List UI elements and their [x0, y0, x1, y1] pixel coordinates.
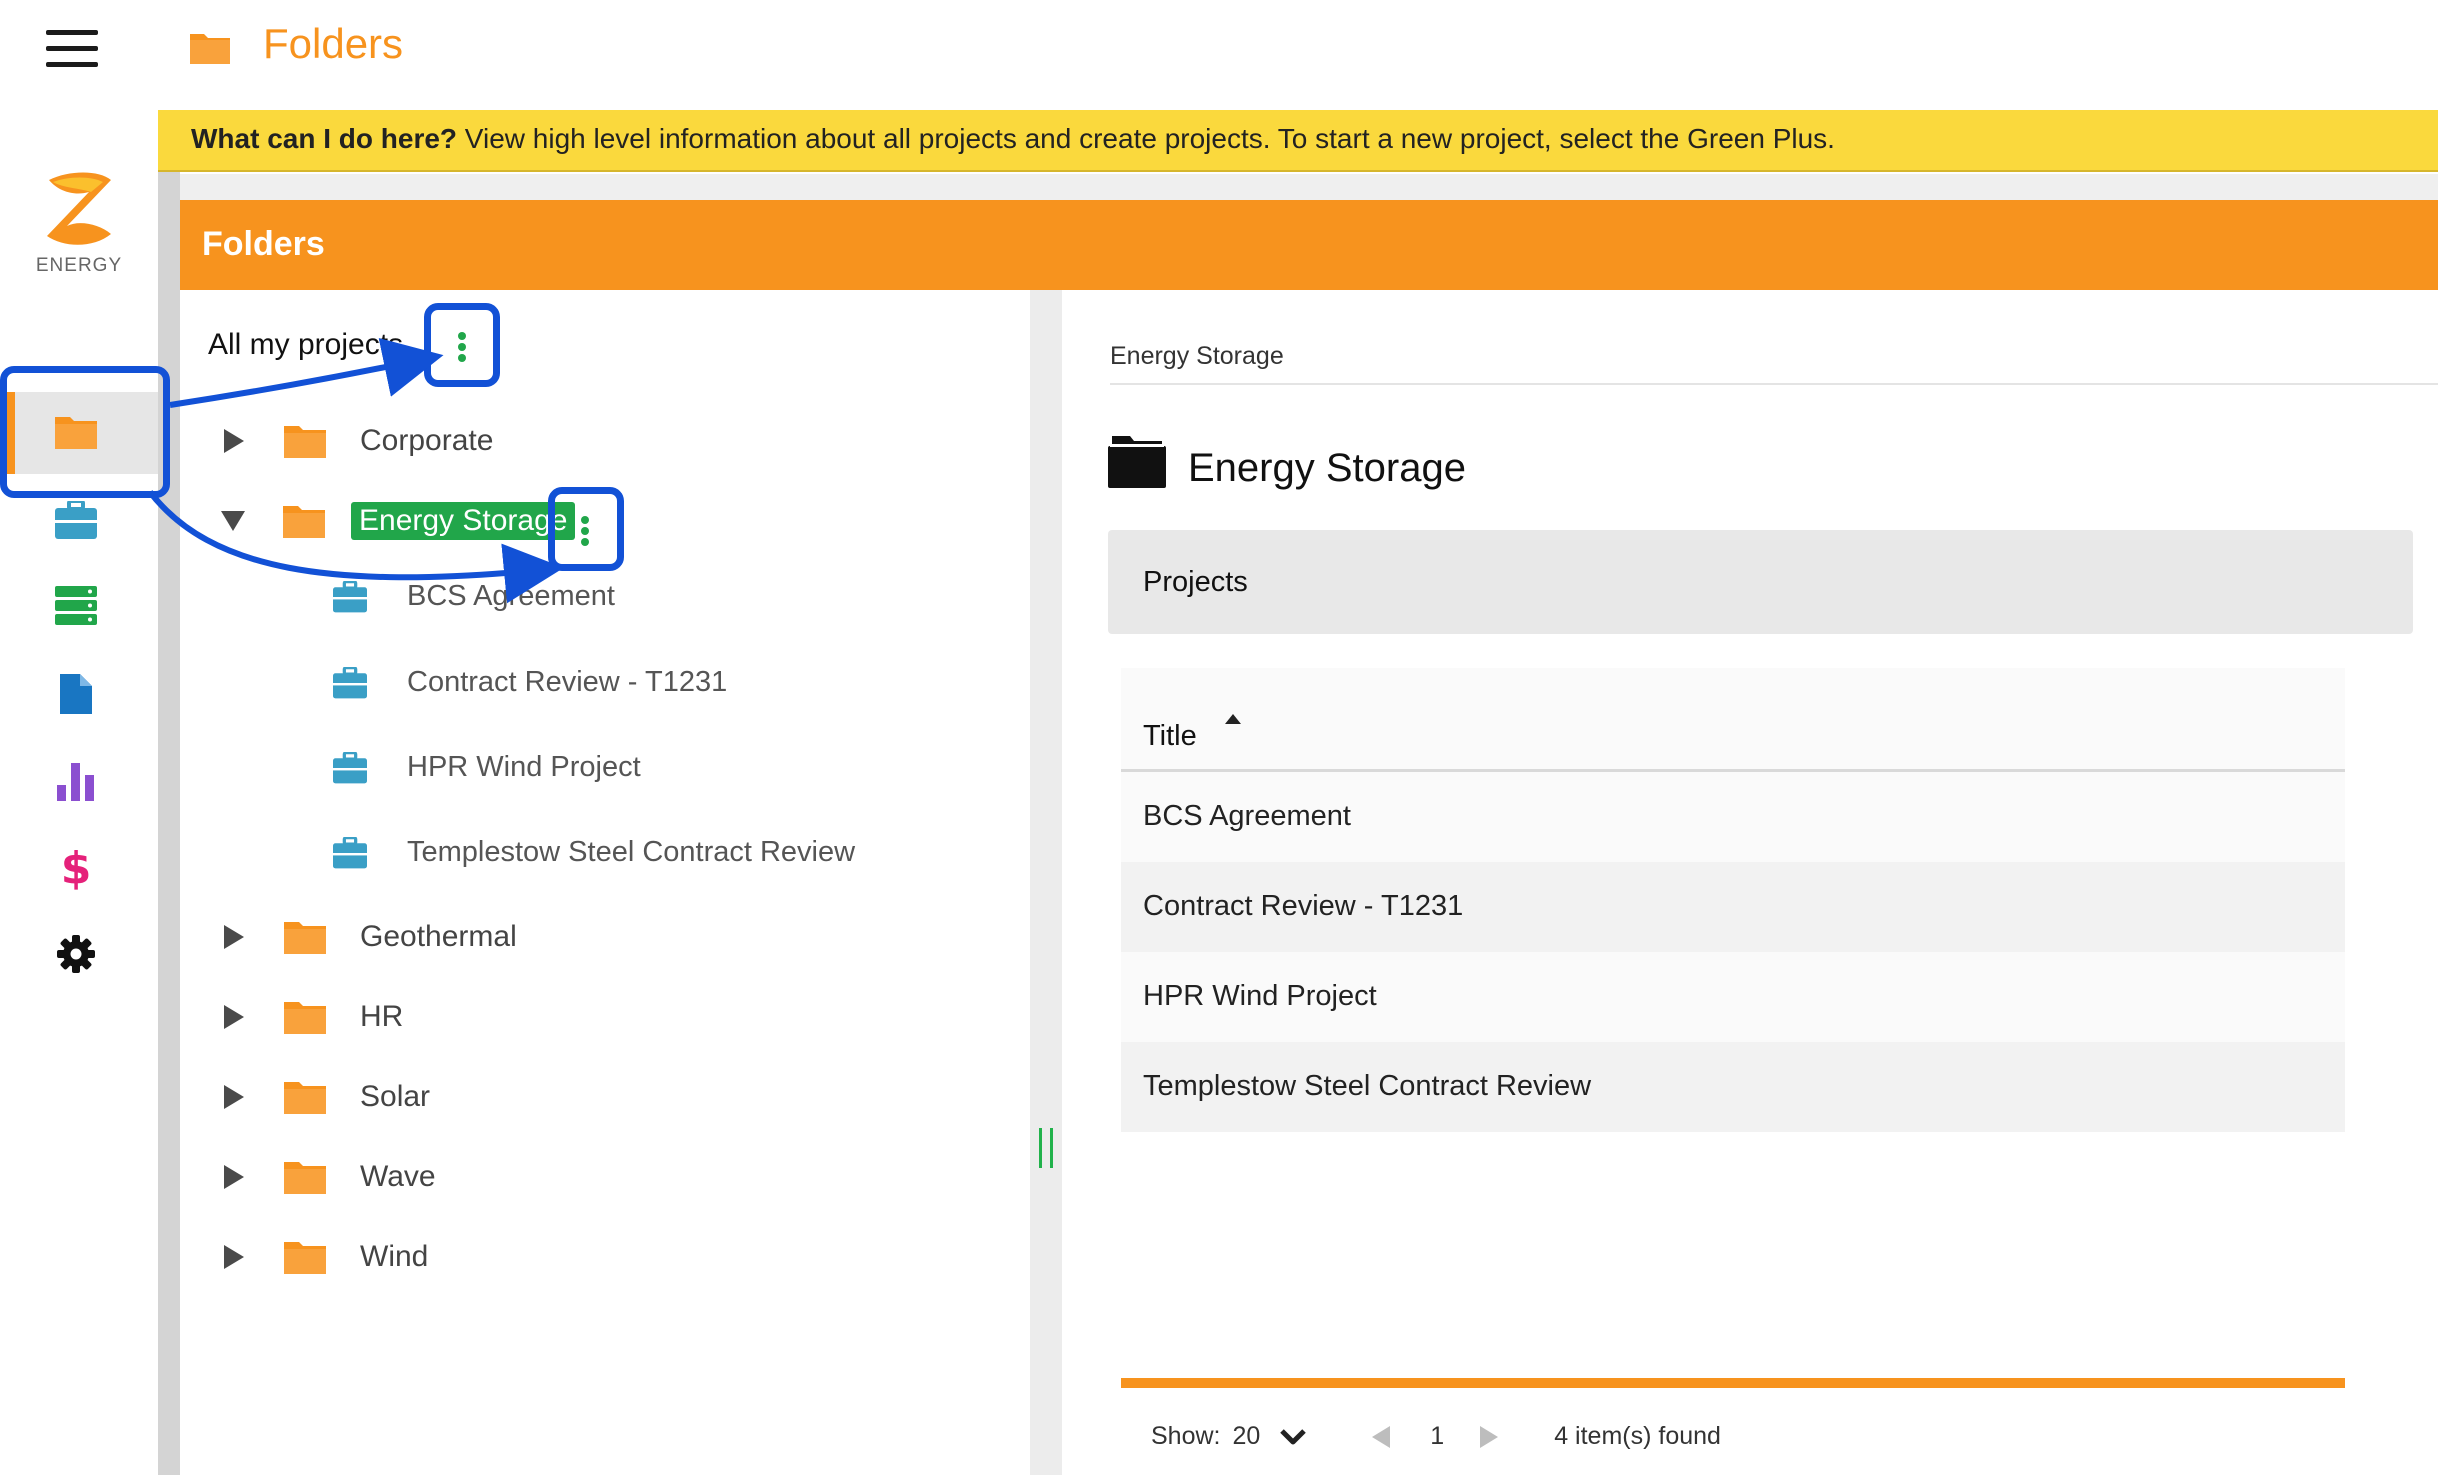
annotation-highlight-box	[0, 366, 170, 498]
breadcrumb[interactable]: Energy Storage	[1110, 342, 1284, 371]
folder-icon	[283, 506, 325, 538]
nav-resources[interactable]	[50, 580, 102, 632]
folder-icon	[284, 1002, 326, 1034]
tree-folder-energy-storage[interactable]: Energy Storage	[221, 502, 576, 540]
tree-folder-label: HR	[360, 1000, 404, 1033]
splitter-grip-handle[interactable]	[1039, 1128, 1053, 1168]
tree-project-contract-review[interactable]: Contract Review - T1231	[333, 666, 727, 699]
projects-section-header[interactable]: Projects	[1108, 530, 2413, 634]
tree-folder-wind[interactable]: Wind	[224, 1240, 428, 1274]
tree-folder-label: Corporate	[360, 424, 494, 457]
gear-icon	[57, 935, 95, 973]
tree-folder-label: Solar	[360, 1080, 431, 1113]
previous-page-icon[interactable]	[1372, 1425, 1391, 1448]
nav-settings[interactable]	[50, 928, 102, 980]
server-icon	[55, 586, 97, 625]
tree-folder-label-selected: Energy Storage	[351, 502, 576, 540]
next-page-icon[interactable]	[1480, 1425, 1499, 1448]
tree-folder-wave[interactable]: Wave	[224, 1160, 436, 1194]
tree-project-bcs-agreement[interactable]: BCS Agreement	[333, 580, 615, 613]
column-header-title[interactable]: Title	[1121, 668, 2345, 772]
nav-reports[interactable]	[50, 756, 102, 808]
tree-project-label: Templestow Steel Contract Review	[407, 836, 856, 868]
page-size-label: Show:	[1151, 1422, 1221, 1450]
detail-title: Energy Storage	[1188, 446, 1466, 490]
folder-icon	[284, 1242, 326, 1274]
folder-icon	[190, 34, 230, 64]
chevron-down-icon[interactable]	[1280, 1428, 1307, 1446]
expand-caret-icon[interactable]	[224, 1245, 244, 1269]
breadcrumb-divider	[1110, 383, 2438, 385]
z-logo-icon	[47, 172, 111, 245]
tree-folder-hr[interactable]: HR	[224, 1000, 403, 1034]
pager-divider	[1121, 1378, 2345, 1388]
pane-splitter[interactable]	[1030, 290, 1062, 1475]
briefcase-icon	[55, 501, 97, 539]
expand-caret-icon[interactable]	[224, 429, 244, 453]
logo-text: ENERGY	[35, 255, 123, 276]
pager: Show: 20 1 4 item(s) found	[1151, 1422, 1721, 1451]
briefcase-icon	[333, 580, 367, 612]
tree-root-all-projects[interactable]: All my projects	[208, 328, 403, 362]
nav-projects[interactable]	[50, 494, 102, 546]
help-question: What can I do here?	[191, 123, 458, 154]
tree-project-label: HPR Wind Project	[407, 751, 641, 783]
tree-project-label: BCS Agreement	[407, 580, 615, 612]
tree-folder-corporate[interactable]: Corporate	[224, 424, 493, 458]
annotation-highlight-box	[548, 487, 624, 571]
expand-caret-icon[interactable]	[224, 925, 244, 949]
tree-folder-label: Geothermal	[360, 920, 517, 953]
folder-icon	[284, 1162, 326, 1194]
brand-logo: ENERGY	[30, 170, 128, 277]
annotation-highlight-box	[424, 303, 500, 387]
panel-header: Folders	[180, 200, 2438, 290]
folder-icon	[284, 1082, 326, 1114]
rail-divider	[158, 110, 180, 1475]
nav-billing[interactable]: $	[50, 842, 102, 894]
briefcase-icon	[333, 751, 367, 783]
folder-tree-pane	[180, 290, 1030, 1475]
expand-caret-icon[interactable]	[224, 1165, 244, 1189]
tree-project-templestow-steel[interactable]: Templestow Steel Contract Review	[333, 836, 855, 869]
help-banner: What can I do here? View high level info…	[158, 110, 2438, 172]
folder-icon	[1108, 436, 1166, 488]
nav-documents[interactable]	[50, 668, 102, 720]
briefcase-icon	[333, 666, 367, 698]
bar-chart-icon	[57, 763, 94, 801]
table-row[interactable]: HPR Wind Project	[1121, 952, 2345, 1042]
tree-folder-label: Wave	[360, 1160, 436, 1193]
tree-project-label: Contract Review - T1231	[407, 666, 728, 698]
help-text: View high level information about all pr…	[457, 123, 1835, 154]
hamburger-menu-icon[interactable]	[46, 30, 98, 68]
column-header-label: Title	[1143, 719, 1197, 752]
expand-caret-icon[interactable]	[224, 1005, 244, 1029]
page-title: Folders	[263, 20, 404, 67]
items-found-count: 4 item(s) found	[1554, 1422, 1721, 1450]
collapse-caret-icon[interactable]	[221, 511, 245, 531]
expand-caret-icon[interactable]	[224, 1085, 244, 1109]
folder-icon	[284, 922, 326, 954]
document-icon	[60, 674, 92, 714]
tree-folder-label: Wind	[360, 1240, 429, 1273]
current-page: 1	[1430, 1422, 1445, 1450]
folder-icon	[284, 426, 326, 458]
sort-ascending-icon[interactable]	[1224, 714, 1241, 724]
table-row[interactable]: Contract Review - T1231	[1121, 862, 2345, 952]
briefcase-icon	[333, 836, 367, 868]
tree-folder-geothermal[interactable]: Geothermal	[224, 920, 517, 954]
projects-table: Title BCS Agreement Contract Review - T1…	[1121, 668, 2345, 1132]
table-row[interactable]: BCS Agreement	[1121, 772, 2345, 862]
tree-folder-solar[interactable]: Solar	[224, 1080, 430, 1114]
page-size-value[interactable]: 20	[1232, 1422, 1260, 1451]
tree-project-hpr-wind[interactable]: HPR Wind Project	[333, 751, 641, 784]
dollar-icon: $	[60, 842, 92, 894]
table-row[interactable]: Templestow Steel Contract Review	[1121, 1042, 2345, 1132]
